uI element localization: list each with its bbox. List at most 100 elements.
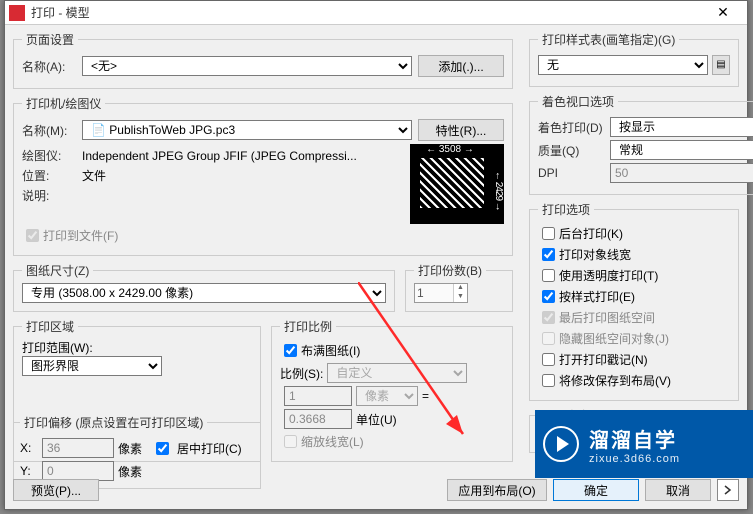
preview-width: ← 3508 → [410,144,490,155]
scale-lineweight-checkbox [284,435,297,448]
plot-style-edit-icon[interactable]: ▤ [712,55,730,75]
expand-button[interactable] [717,479,739,501]
print-option-label-6: 打开打印戳记(N) [559,351,648,368]
paper-size-legend: 图纸尺寸(Z) [22,262,93,279]
fit-paper-checkbox[interactable] [284,344,297,357]
preview-height: ← 2429 → [493,158,504,224]
print-option-3[interactable]: 按样式打印(E) [538,287,730,306]
print-option-5: 隐藏图纸空间对象(J) [538,329,730,348]
ok-button[interactable]: 确定 [553,479,639,501]
plot-area-legend: 打印区域 [22,318,78,335]
print-options-legend: 打印选项 [538,201,594,218]
plot-what-select[interactable]: 图形界限 [22,356,162,376]
watermark-overlay: 溜溜自学 zixue.3d66.com [535,410,753,478]
plotter-value: Independent JPEG Group JFIF (JPEG Compre… [82,149,357,163]
print-option-label-2: 使用透明度打印(T) [559,267,658,284]
paper-size-group: 图纸尺寸(Z) 专用 (3508.00 x 2429.00 像素) [13,262,395,312]
app-icon [9,5,25,21]
print-option-7[interactable]: 将修改保存到布局(V) [538,371,730,390]
page-setup-legend: 页面设置 [22,31,78,48]
watermark-url: zixue.3d66.com [589,453,680,465]
x-label: X: [20,441,38,455]
dpi-label: DPI [538,166,610,180]
scale-unit-select: 像素 [356,386,418,406]
window-title: 打印 - 模型 [31,4,703,21]
print-option-label-7: 将修改保存到布局(V) [559,372,671,389]
y-unit: 像素 [118,463,142,480]
print-option-checkbox-5 [542,332,555,345]
print-options-group: 打印选项 后台打印(K) 打印对象线宽使用透明度打印(T) 按样式打印(E) 最后打印… [529,201,739,401]
copies-legend: 打印份数(B) [414,262,486,279]
print-option-checkbox-2[interactable] [542,269,555,282]
fit-paper-label[interactable]: 布满图纸(I) [301,342,360,359]
plot-offset-legend: 打印偏移 (原点设置在可打印区域) [20,414,207,431]
plotter-label: 绘图仪: [22,147,82,164]
copies-group: 打印份数(B) ▲▼ [405,262,513,312]
page-name-select[interactable]: <无> [82,56,412,76]
shade-select[interactable]: 按显示 [610,117,753,137]
scale-label: 比例(S): [280,365,323,382]
scale-num2 [284,409,352,429]
shaded-viewport-group: 着色视口选项 着色打印(D) 按显示 质量(Q) 常规 DPI [529,93,753,195]
print-option-label-0: 后台打印(K) [559,225,623,242]
print-option-1[interactable]: 打印对象线宽 [538,245,730,264]
loc-label: 位置: [22,167,82,184]
plot-what-label: 打印范围(W): [22,339,252,356]
shaded-viewport-legend: 着色视口选项 [538,93,618,110]
paper-preview: ← 3508 → ← 2429 → [410,144,504,224]
desc-label: 说明: [22,187,82,204]
paper-size-select[interactable]: 专用 (3508.00 x 2429.00 像素) [22,283,386,303]
printer-group: 打印机/绘图仪 名称(M): 📄 PublishToWeb JPG.pc3 /*… [13,95,513,256]
print-to-file-label: 打印到文件(F) [43,227,118,244]
print-option-checkbox-0[interactable] [542,227,555,240]
chevron-right-icon [723,485,733,495]
close-button[interactable]: ✕ [703,4,743,21]
plot-style-group: 打印样式表(画笔指定)(G) 无 ▤ [529,31,739,87]
title-bar: 打印 - 模型 ✕ [5,1,747,25]
cancel-button[interactable]: 取消 [645,479,711,501]
print-option-2[interactable]: 使用透明度打印(T) [538,266,730,285]
print-to-file-checkbox [26,229,39,242]
print-options-list: 后台打印(K) 打印对象线宽使用透明度打印(T) 按样式打印(E) 最后打印图纸空间隐… [538,224,730,390]
copies-input [415,284,453,302]
print-option-label-1: 打印对象线宽 [559,246,631,263]
loc-value: 文件 [82,167,106,184]
quality-select[interactable]: 常规 [610,140,753,160]
print-option-checkbox-3[interactable] [542,290,555,303]
print-option-label-3: 按样式打印(E) [559,288,635,305]
add-page-setup-button[interactable]: 添加(.)... [418,55,504,77]
printer-name-label: 名称(M): [22,122,82,139]
page-setup-group: 页面设置 名称(A): <无> 添加(.)... [13,31,513,89]
plot-style-select[interactable]: 无 [538,55,708,75]
print-option-0[interactable]: 后台打印(K) [538,224,730,243]
page-name-label: 名称(A): [22,58,82,75]
x-unit: 像素 [118,440,142,457]
printer-legend: 打印机/绘图仪 [22,95,105,112]
print-option-checkbox-1[interactable] [542,248,555,261]
shade-label: 着色打印(D) [538,119,610,136]
print-option-6[interactable]: 打开打印戳记(N) [538,350,730,369]
play-icon [543,426,579,462]
plot-style-legend: 打印样式表(画笔指定)(G) [538,31,679,48]
printer-props-button[interactable]: 特性(R)... [418,119,504,141]
y-input [42,461,114,481]
center-plot-checkbox[interactable] [156,442,169,455]
scale-lineweight-label: 缩放线宽(L) [301,433,364,450]
copies-spinner[interactable]: ▲▼ [414,283,468,303]
print-option-checkbox-7[interactable] [542,374,555,387]
plot-scale-group: 打印比例 布满图纸(I) 比例(S): 自定义 像素 [271,318,513,462]
printer-name-select[interactable]: 📄 PublishToWeb JPG.pc3 [82,120,412,140]
print-option-label-4: 最后打印图纸空间 [559,309,655,326]
scale-num1 [284,386,352,406]
print-option-checkbox-6[interactable] [542,353,555,366]
apply-layout-button[interactable]: 应用到布局(O) [447,479,547,501]
print-option-checkbox-4 [542,311,555,324]
watermark-text: 溜溜自学 [589,424,680,453]
y-label: Y: [20,464,38,478]
center-plot-label[interactable]: 居中打印(C) [177,440,242,457]
x-input [42,438,114,458]
print-option-label-5: 隐藏图纸空间对象(J) [559,330,669,347]
preview-button[interactable]: 预览(P)... [13,479,99,501]
quality-label: 质量(Q) [538,142,610,159]
print-option-4: 最后打印图纸空间 [538,308,730,327]
